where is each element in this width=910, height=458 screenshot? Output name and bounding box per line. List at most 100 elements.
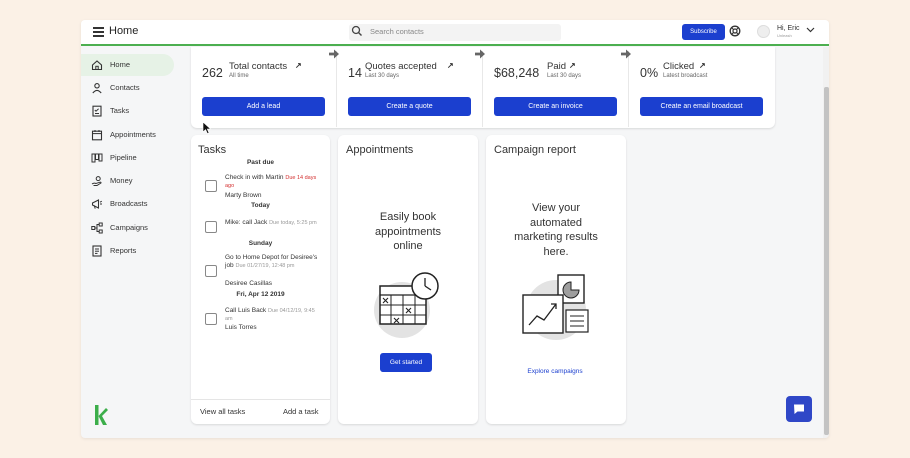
sidebar-item-broadcasts[interactable]: Broadcasts — [81, 193, 174, 215]
sidebar-item-label: Contacts — [110, 83, 140, 92]
add-task-link[interactable]: Add a task — [283, 407, 318, 416]
task-checkbox[interactable] — [205, 221, 217, 233]
checklist-icon — [92, 105, 102, 117]
task-due: Due today, 5:25 pm — [269, 220, 317, 226]
sidebar-item-appointments[interactable]: Appointments — [81, 124, 174, 146]
explore-campaigns-link[interactable]: Explore campaigns — [486, 368, 624, 375]
top-bar: Home Search contacts Subscribe Hi, Eric … — [81, 20, 829, 46]
app-window: Home Search contacts Subscribe Hi, Eric … — [81, 20, 829, 438]
arrow-right-icon — [475, 49, 485, 59]
task-contact[interactable]: Luis Torres — [225, 324, 257, 331]
flow-icon — [91, 222, 103, 234]
chat-button[interactable] — [786, 396, 812, 422]
task-title: Check in with Martin — [225, 174, 284, 181]
sidebar-item-label: Home — [110, 60, 131, 69]
calendar-clock-illustration — [374, 272, 439, 338]
external-arrow-icon[interactable]: ↗ — [447, 61, 454, 70]
task-item[interactable]: Go to Home Depot for Desiree's job Due 0… — [225, 254, 319, 270]
menu-icon[interactable] — [93, 27, 104, 37]
scrollbar-thumb[interactable] — [824, 87, 829, 435]
stat-value: 14 — [348, 66, 362, 80]
sidebar-item-reports[interactable]: Reports — [81, 240, 174, 262]
create-email-broadcast-button[interactable]: Create an email broadcast — [640, 97, 763, 116]
external-arrow-icon[interactable]: ↗ — [699, 61, 706, 70]
appointments-promo: Easily book appointments online — [374, 211, 442, 252]
task-title: Mike: call Jack — [225, 219, 268, 226]
view-all-tasks-link[interactable]: View all tasks — [200, 407, 245, 416]
task-item[interactable]: Check in with Martin Due 14 days ago — [225, 174, 319, 190]
subscribe-button[interactable]: Subscribe — [682, 24, 725, 40]
search-icon — [351, 25, 362, 36]
report-icon — [92, 245, 102, 257]
sidebar-item-label: Tasks — [110, 106, 130, 115]
group-heading: Fri, Apr 12 2019 — [236, 291, 285, 298]
sidebar-item-home[interactable]: Home — [81, 54, 174, 76]
external-arrow-icon[interactable]: ↗ — [295, 61, 302, 70]
page-title: Home — [109, 25, 139, 37]
divider — [191, 399, 330, 400]
sidebar-item-label: Pipeline — [110, 153, 137, 162]
task-contact[interactable]: Marty Brown — [225, 192, 261, 199]
task-checkbox[interactable] — [205, 313, 217, 325]
sidebar-item-label: Appointments — [110, 130, 156, 139]
create-invoice-button[interactable]: Create an invoice — [494, 97, 617, 116]
stat-value: $68,248 — [494, 66, 540, 80]
sidebar-item-campaigns[interactable]: Campaigns — [81, 217, 174, 239]
home-icon — [91, 60, 103, 71]
group-heading: Today — [251, 202, 270, 209]
sidebar-item-label: Campaigns — [110, 223, 148, 232]
person-icon — [92, 83, 102, 94]
search-placeholder: Search contacts — [370, 27, 424, 36]
stat-label[interactable]: Paid — [547, 61, 566, 72]
divider — [628, 51, 629, 127]
chevron-down-icon[interactable] — [806, 27, 815, 33]
stat-label[interactable]: Quotes accepted — [365, 61, 437, 72]
task-contact[interactable]: Desiree Casillas — [225, 280, 272, 287]
stat-sub: Last 30 days — [365, 73, 400, 79]
pipeline-icon — [91, 153, 103, 163]
divider — [336, 51, 337, 127]
campaign-promo: View your automated marketing results he… — [514, 202, 598, 258]
report-chart-illustration — [522, 274, 589, 340]
group-heading: Past due — [246, 159, 275, 166]
external-arrow-icon[interactable]: ↗ — [569, 61, 576, 70]
task-item[interactable]: Call Luis Back Due 04/12/19, 9:45 am — [225, 307, 319, 323]
stat-sub: Last 30 days — [547, 73, 582, 79]
help-icon[interactable] — [729, 25, 741, 37]
stat-sub: Latest broadcast — [663, 73, 708, 79]
sidebar-item-tasks[interactable]: Tasks — [81, 100, 174, 122]
user-name[interactable]: Hi, Eric — [777, 25, 800, 32]
group-heading: Sunday — [248, 240, 273, 247]
task-item[interactable]: Mike: call Jack Due today, 5:25 pm — [225, 219, 319, 227]
stat-label[interactable]: Clicked — [663, 61, 694, 72]
money-hand-icon — [91, 176, 102, 186]
sidebar-item-label: Reports — [110, 246, 137, 255]
sidebar-item-label: Money — [110, 176, 133, 185]
logo-icon — [95, 405, 108, 425]
campaign-title: Campaign report — [494, 144, 576, 156]
arrow-right-icon — [621, 49, 631, 59]
user-business: Unleash — [777, 33, 792, 38]
stat-value: 0% — [640, 66, 659, 80]
get-started-button[interactable]: Get started — [380, 353, 432, 372]
avatar[interactable] — [757, 25, 770, 38]
tasks-title: Tasks — [198, 144, 227, 156]
stat-value: 262 — [202, 66, 223, 80]
add-lead-button[interactable]: Add a lead — [202, 97, 325, 116]
chat-bubble-icon — [794, 404, 804, 414]
arrow-right-icon — [329, 49, 339, 59]
sidebar-item-contacts[interactable]: Contacts — [81, 77, 174, 99]
task-checkbox[interactable] — [205, 265, 217, 277]
task-due: Due 01/27/19, 12:48 pm — [235, 263, 295, 269]
appointments-title: Appointments — [346, 144, 414, 156]
sidebar-item-money[interactable]: Money — [81, 170, 174, 192]
divider — [482, 51, 483, 127]
stat-label[interactable]: Total contacts — [229, 61, 287, 72]
stat-sub: All time — [229, 73, 249, 79]
sidebar-item-pipeline[interactable]: Pipeline — [81, 147, 174, 169]
calendar-icon — [91, 130, 103, 141]
create-quote-button[interactable]: Create a quote — [348, 97, 471, 116]
task-checkbox[interactable] — [205, 180, 217, 192]
sidebar-item-label: Broadcasts — [110, 199, 148, 208]
task-title: Call Luis Back — [225, 307, 267, 314]
